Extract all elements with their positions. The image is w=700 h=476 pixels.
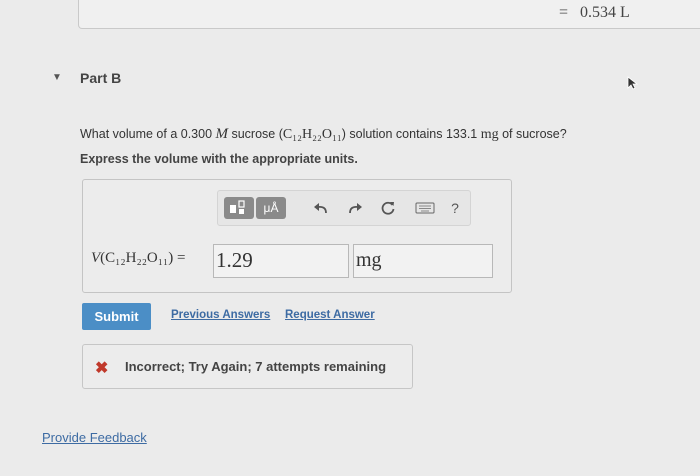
answer-value-input[interactable]: 1.29 [213,244,349,278]
reset-button[interactable] [373,197,403,219]
previous-answers-link[interactable]: Previous Answers [171,309,270,321]
question-end: of sucrose? [498,127,567,141]
collapse-caret-icon[interactable]: ▼ [52,72,62,83]
request-answer-link[interactable]: Request Answer [285,309,375,321]
templates-button[interactable] [224,197,254,219]
math-toolbar: μÅ ? [217,190,471,226]
undo-icon [314,203,327,214]
answer-formula: (C₁₂H₂₂O₁₁) = [100,250,186,266]
template-icon [230,200,245,214]
mouse-cursor-icon [627,76,639,90]
question-text: What volume of a 0.300 M sucrose (C₁₂H₂₂… [80,126,567,143]
sucrose-formula: C₁₂H₂₂O₁₁ [282,127,342,142]
instruction-text: Express the volume with the appropriate … [80,152,358,166]
answer-unit-input[interactable]: mg [353,244,493,278]
submit-button[interactable]: Submit [82,303,151,330]
redo-icon [349,203,362,214]
previous-answer-text: = 0.534 L [559,4,630,22]
mass-unit: mg [480,127,499,142]
previous-part-answer-box: = 0.534 L [78,0,700,29]
keyboard-button[interactable] [410,197,440,219]
redo-button[interactable] [340,197,370,219]
answer-panel: μÅ ? V(C₁₂H₂₂O₁₁) = 1.29 mg [82,179,512,293]
question-prefix: What volume of a 0.300 [80,127,216,141]
feedback-box: ✖ Incorrect; Try Again; 7 attempts remai… [82,344,413,389]
question-mid: sucrose ( [228,127,283,141]
reset-icon [381,201,395,215]
units-button[interactable]: μÅ [256,197,286,219]
molarity-variable: M [215,126,229,142]
previous-answer-value: 0.534 L [580,4,630,21]
equals-sign: = [559,4,569,21]
undo-button[interactable] [306,197,336,219]
provide-feedback-link[interactable]: Provide Feedback [42,430,147,445]
help-label: ? [451,200,459,216]
volume-variable: V [91,250,101,266]
answer-variable-label: V(C₁₂H₂₂O₁₁) = [91,250,185,267]
help-button[interactable]: ? [440,197,470,219]
question-suffix: ) solution contains 133.1 [341,127,481,141]
part-title: Part B [80,70,122,86]
units-label: μÅ [263,201,279,215]
keyboard-icon [415,202,435,214]
incorrect-x-icon: ✖ [95,360,109,377]
feedback-message: Incorrect; Try Again; 7 attempts remaini… [125,359,387,374]
